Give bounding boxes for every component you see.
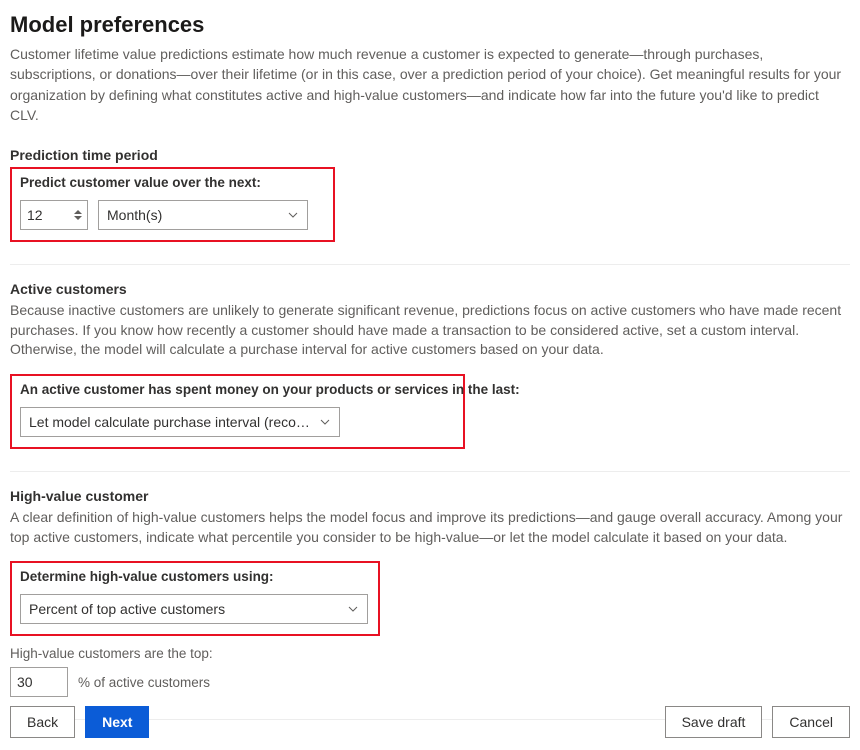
highvalue-highlight: Determine high-value customers using: Pe… <box>10 561 380 636</box>
next-button[interactable]: Next <box>85 706 149 738</box>
active-interval-text: Let model calculate purchase interval (r… <box>29 414 313 430</box>
active-interval-dropdown[interactable]: Let model calculate purchase interval (r… <box>20 407 340 437</box>
prediction-value-stepper[interactable] <box>20 200 88 230</box>
highvalue-label: Determine high-value customers using: <box>20 569 370 584</box>
chevron-down-icon <box>287 209 299 221</box>
prediction-heading: Prediction time period <box>10 147 850 163</box>
active-heading: Active customers <box>10 281 850 297</box>
highvalue-suffix: % of active customers <box>78 675 210 690</box>
save-draft-button[interactable]: Save draft <box>665 706 763 738</box>
highvalue-method-text: Percent of top active customers <box>29 601 341 617</box>
page-title: Model preferences <box>10 12 850 38</box>
prediction-unit-dropdown[interactable]: Month(s) <box>98 200 308 230</box>
highvalue-sublabel: High-value customers are the top: <box>10 646 850 661</box>
cancel-button[interactable]: Cancel <box>772 706 850 738</box>
highvalue-heading: High-value customer <box>10 488 850 504</box>
prediction-unit-text: Month(s) <box>107 207 281 223</box>
footer-bar: Back Next Save draft Cancel <box>10 706 850 738</box>
highvalue-method-dropdown[interactable]: Percent of top active customers <box>20 594 368 624</box>
back-button[interactable]: Back <box>10 706 75 738</box>
active-label: An active customer has spent money on yo… <box>20 382 455 397</box>
highvalue-percent-input[interactable] <box>10 667 68 697</box>
chevron-down-icon <box>319 416 331 428</box>
prediction-value-input[interactable] <box>21 201 67 229</box>
active-highlight: An active customer has spent money on yo… <box>10 374 465 449</box>
prediction-highlight: Predict customer value over the next: Mo… <box>10 167 335 242</box>
prediction-label: Predict customer value over the next: <box>20 175 325 190</box>
section-prediction: Prediction time period Predict customer … <box>10 147 850 265</box>
active-desc: Because inactive customers are unlikely … <box>10 301 850 360</box>
chevron-down-icon <box>347 603 359 615</box>
stepper-up-icon[interactable] <box>74 210 82 214</box>
section-active: Active customers Because inactive custom… <box>10 281 850 472</box>
highvalue-desc: A clear definition of high-value custome… <box>10 508 850 547</box>
section-highvalue: High-value customer A clear definition o… <box>10 488 850 720</box>
stepper-down-icon[interactable] <box>74 216 82 220</box>
page-intro: Customer lifetime value predictions esti… <box>10 44 850 125</box>
